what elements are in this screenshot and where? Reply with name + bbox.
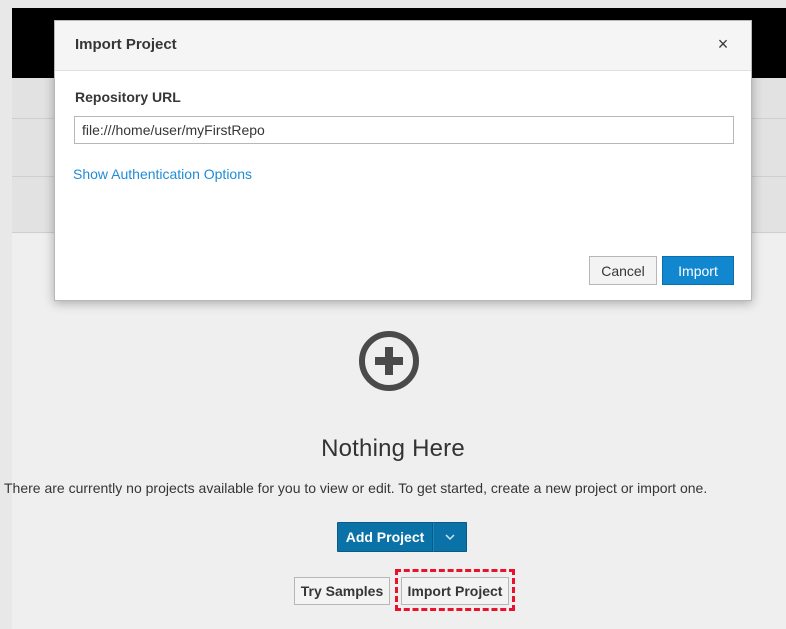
close-icon[interactable]: ×: [715, 35, 731, 53]
import-button[interactable]: Import: [662, 256, 734, 285]
cancel-button[interactable]: Cancel: [589, 256, 657, 285]
repository-url-label: Repository URL: [75, 89, 181, 105]
show-authentication-options-link[interactable]: Show Authentication Options: [73, 166, 252, 182]
empty-state-text: There are currently no projects availabl…: [4, 480, 708, 496]
chevron-down-icon: [445, 534, 455, 541]
modal-title: Import Project: [75, 36, 177, 53]
repository-url-input[interactable]: [74, 116, 734, 144]
highlight-box: [395, 569, 515, 611]
add-project-button[interactable]: Add Project: [337, 522, 433, 552]
add-project-split-button[interactable]: Add Project: [337, 522, 467, 552]
modal-header: Import Project ×: [55, 21, 751, 71]
plus-circle-icon: [359, 331, 419, 391]
add-project-dropdown-toggle[interactable]: [433, 522, 467, 552]
empty-state-title: Nothing Here: [321, 435, 465, 462]
try-samples-button[interactable]: Try Samples: [294, 577, 390, 605]
import-project-modal: Import Project × Repository URL Show Aut…: [54, 20, 752, 301]
